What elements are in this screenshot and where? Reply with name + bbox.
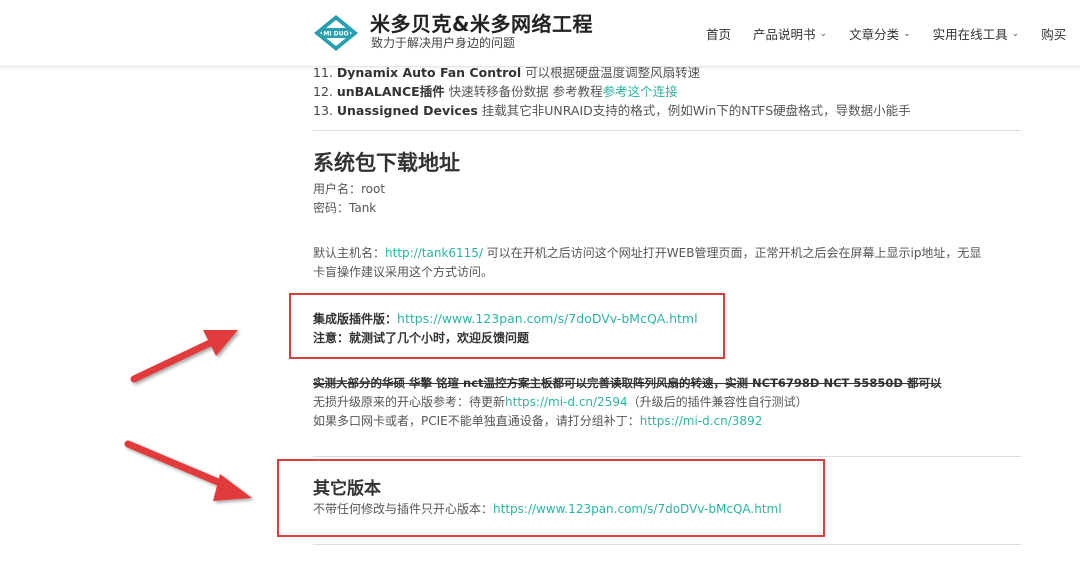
nav-label: 产品说明书 xyxy=(753,27,816,42)
logo-text: MI DUO xyxy=(323,31,348,38)
patch-link[interactable]: https://mi-d.cn/3892 xyxy=(640,414,763,428)
list-item-title: Dynamix Auto Fan Control xyxy=(336,65,522,80)
nav-item-home[interactable]: 首页 xyxy=(706,24,731,43)
nav-label: 实用在线工具 xyxy=(932,27,1008,42)
hostname-label: 默认主机名： xyxy=(313,246,386,260)
chevron-down-icon: ⌄ xyxy=(819,28,828,39)
nav-item-tools[interactable]: 实用在线工具 ⌄ xyxy=(933,24,1020,43)
list-item-text: 挂载其它非UNRAID支持的格式，例如Win下的NTFS硬盘格式，导数据小能手 xyxy=(477,103,911,118)
strike-text: 实测大部分的华硕 华擎 铭瑄 nct温控方案主板都可以完善读取阵列风扇的转速，实… xyxy=(313,376,942,390)
hostname-paragraph: 默认主机名：http://tank6115/ 可以在开机之后访问这个网址打开WE… xyxy=(313,244,981,261)
nav-item-buy[interactable]: 购买 xyxy=(1041,24,1066,43)
hostname-link[interactable]: http://tank6115/ xyxy=(385,246,483,260)
main-nav: 首页 产品说明书 ⌄ 文章分类 ⌄ 实用在线工具 ⌄ 购买 xyxy=(706,24,1080,43)
nav-label: 文章分类 xyxy=(849,27,900,42)
divider xyxy=(313,544,1021,545)
nav-item-manuals[interactable]: 产品说明书 ⌄ xyxy=(753,24,827,43)
arrow-icon xyxy=(130,330,238,383)
site-description: 致力于解决用户身边的问题 xyxy=(371,36,516,50)
annotation-box xyxy=(277,459,825,537)
upgrade-line: 无损升级原来的开心版参考：待更新https://mi-d.cn/2594（升级后… xyxy=(313,393,808,410)
list-number: 11. xyxy=(313,65,333,80)
list-number: 12. xyxy=(313,84,333,99)
list-item-text: 可以根据硬盘温度调整风扇转速 xyxy=(521,65,701,80)
list-number: 13. xyxy=(313,103,333,118)
nav-label: 购买 xyxy=(1041,27,1067,42)
site-title[interactable]: 米多贝克&米多网络工程 xyxy=(370,8,593,37)
upgrade-note: （升级后的插件兼容性自行测试） xyxy=(627,395,808,409)
chevron-down-icon: ⌄ xyxy=(903,28,911,39)
list-item-title: unBALANCE插件 xyxy=(336,84,445,99)
hostname-text: 可以在开机之后访问这个网址打开WEB管理页面，正常开机之后会在屏幕上显示ip地址… xyxy=(482,246,982,260)
patch-label: 如果多口网卡或者，PCIE不能单独直通设备，请打分组补丁： xyxy=(313,414,640,428)
nav-label: 首页 xyxy=(706,27,732,42)
plugin-list: 11. Dynamix Auto Fan Control 可以根据硬盘温度调整风… xyxy=(313,62,911,119)
list-item-text: 快速转移备份数据 参考教程 xyxy=(444,84,603,99)
nav-item-categories[interactable]: 文章分类 ⌄ xyxy=(849,24,911,43)
hostname-paragraph-cont: 卡盲操作建议采用这个方式访问。 xyxy=(313,265,494,279)
patch-line: 如果多口网卡或者，PCIE不能单独直通设备，请打分组补丁：https://mi-… xyxy=(313,412,762,429)
tutorial-link[interactable]: 参考这个连接 xyxy=(603,84,678,99)
upgrade-label: 无损升级原来的开心版参考：待更新 xyxy=(313,395,506,409)
upgrade-link[interactable]: https://mi-d.cn/2594 xyxy=(505,395,628,409)
divider xyxy=(313,456,1021,457)
password-text: 密码：Tank xyxy=(313,201,377,215)
chevron-down-icon: ⌄ xyxy=(1011,28,1020,39)
list-item: 13. Unassigned Devices 挂载其它非UNRAID支持的格式，… xyxy=(313,100,911,119)
list-item-title: Unassigned Devices xyxy=(336,103,478,118)
arrow-icon xyxy=(124,440,252,501)
list-item: 12. unBALANCE插件 快速转移备份数据 参考教程参考这个连接 xyxy=(313,81,911,100)
site-logo[interactable]: MI DUO xyxy=(313,14,359,52)
divider xyxy=(313,130,1021,131)
annotation-box xyxy=(289,293,725,359)
download-heading: 系统包下载地址 xyxy=(313,151,460,175)
username-text: 用户名：root xyxy=(313,182,386,196)
site-header: MI DUO 米多贝克&米多网络工程 致力于解决用户身边的问题 首页 产品说明书… xyxy=(0,0,1080,67)
